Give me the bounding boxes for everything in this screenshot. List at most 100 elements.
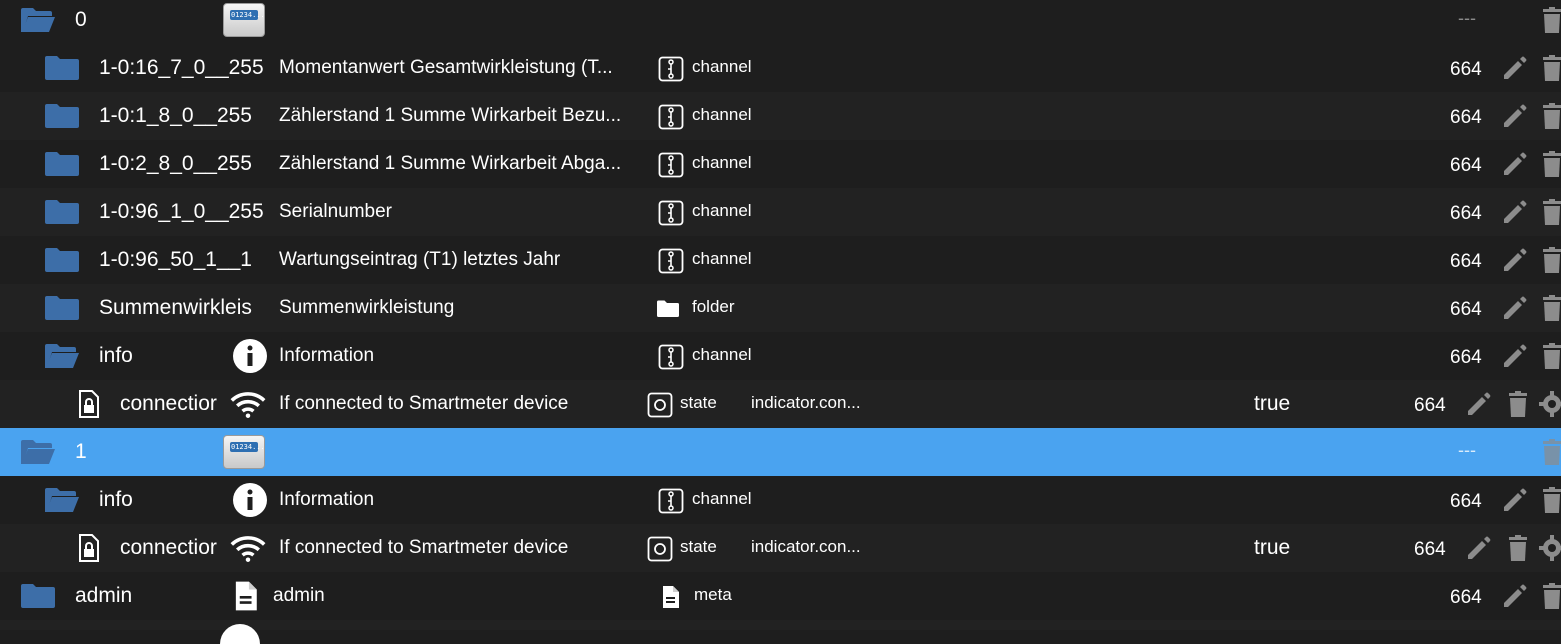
tree-row-8[interactable]: connectior If connected to Smartmeter de…: [0, 380, 1561, 428]
tree-row-12[interactable]: admin admin meta 664: [0, 572, 1561, 620]
object-type: channel: [692, 201, 752, 220]
delete-icon[interactable]: [1503, 533, 1533, 563]
locked-document-icon: [78, 534, 100, 562]
channel-icon: [658, 488, 684, 514]
object-type: meta: [694, 585, 732, 604]
folder-open-icon[interactable]: [44, 488, 80, 512]
acl-value: ---: [1458, 8, 1476, 28]
edit-pencil-icon[interactable]: [1500, 485, 1530, 515]
wifi-icon: [230, 536, 266, 562]
locked-document-icon: [78, 390, 100, 418]
edit-pencil-icon[interactable]: [1464, 389, 1494, 419]
channel-icon: [658, 200, 684, 226]
edit-pencil-icon[interactable]: [1500, 341, 1530, 371]
object-name: If connected to Smartmeter device: [279, 537, 569, 558]
object-name: Information: [279, 345, 375, 366]
delete-icon[interactable]: [1537, 485, 1561, 515]
object-type: state: [680, 393, 717, 412]
object-name: Momentanwert Gesamtwirkleistung (T...: [279, 57, 613, 78]
delete-icon[interactable]: [1537, 437, 1561, 467]
object-id: connectior: [120, 392, 217, 415]
object-name: If connected to Smartmeter device: [279, 393, 569, 414]
meta-document-icon: [657, 584, 683, 610]
edit-pencil-icon[interactable]: [1500, 101, 1530, 131]
delete-icon[interactable]: [1537, 53, 1561, 83]
channel-icon: [658, 152, 684, 178]
document-icon: [228, 578, 262, 614]
state-value[interactable]: true: [1254, 392, 1290, 416]
object-name: Information: [279, 489, 375, 510]
settings-gear-icon[interactable]: [1537, 389, 1561, 419]
object-id: info: [99, 344, 133, 367]
object-name: Zählerstand 1 Summe Wirkarbeit Abga...: [279, 153, 622, 174]
edit-pencil-icon[interactable]: [1500, 197, 1530, 227]
folder-icon[interactable]: [44, 56, 80, 80]
acl-value: 664: [1450, 251, 1482, 272]
tree-row-9-selected[interactable]: 1 01234... ---: [0, 428, 1561, 476]
folder-open-icon[interactable]: [20, 8, 56, 32]
folder-icon[interactable]: [20, 584, 56, 608]
delete-icon[interactable]: [1537, 149, 1561, 179]
edit-pencil-icon[interactable]: [1500, 245, 1530, 275]
tree-row-13-partial[interactable]: [0, 620, 1561, 644]
object-name: admin: [273, 585, 325, 606]
delete-icon[interactable]: [1537, 5, 1561, 35]
folder-icon[interactable]: [44, 152, 80, 176]
object-id: 1-0:2_8_0__255: [99, 152, 252, 175]
object-id: 1-0:1_8_0__255: [99, 104, 252, 127]
folder-icon[interactable]: [44, 200, 80, 224]
tree-row-3[interactable]: 1-0:2_8_0__255 Zählerstand 1 Summe Wirka…: [0, 140, 1561, 188]
state-value[interactable]: true: [1254, 536, 1290, 560]
object-id: 1-0:96_1_0__255: [99, 200, 264, 223]
folder-type-icon: [655, 296, 681, 322]
object-type: state: [680, 537, 717, 556]
delete-icon[interactable]: [1537, 197, 1561, 227]
object-name: Serialnumber: [279, 201, 392, 222]
state-icon: [647, 536, 673, 562]
object-id: connectior: [120, 536, 217, 559]
tree-row-10[interactable]: info Information channel 664: [0, 476, 1561, 524]
delete-icon[interactable]: [1537, 341, 1561, 371]
delete-icon[interactable]: [1537, 245, 1561, 275]
tree-row-0[interactable]: 0 01234... ---: [0, 0, 1561, 44]
smartmeter-logo-icon: 01234...: [223, 3, 265, 37]
edit-pencil-icon[interactable]: [1500, 149, 1530, 179]
delete-icon[interactable]: [1537, 293, 1561, 323]
channel-icon: [658, 104, 684, 130]
acl-value: 664: [1450, 299, 1482, 320]
tree-row-4[interactable]: 1-0:96_1_0__255 Serialnumber channel 664: [0, 188, 1561, 236]
folder-open-icon[interactable]: [44, 344, 80, 368]
edit-pencil-icon[interactable]: [1500, 53, 1530, 83]
state-icon: [647, 392, 673, 418]
edit-pencil-icon[interactable]: [1500, 293, 1530, 323]
tree-row-2[interactable]: 1-0:1_8_0__255 Zählerstand 1 Summe Wirka…: [0, 92, 1561, 140]
object-type: channel: [692, 57, 752, 76]
object-role: indicator.con...: [751, 537, 861, 556]
edit-pencil-icon[interactable]: [1500, 581, 1530, 611]
acl-value: 664: [1450, 155, 1482, 176]
folder-icon[interactable]: [44, 296, 80, 320]
channel-icon: [658, 56, 684, 82]
acl-value: 664: [1450, 107, 1482, 128]
folder-icon[interactable]: [44, 104, 80, 128]
tree-row-6[interactable]: Summenwirkleis Summenwirkleistung folder…: [0, 284, 1561, 332]
object-id: info: [99, 488, 133, 511]
object-name: Wartungseintrag (T1) letztes Jahr: [279, 249, 561, 270]
tree-row-7[interactable]: info Information channel 664: [0, 332, 1561, 380]
delete-icon[interactable]: [1503, 389, 1533, 419]
tree-row-5[interactable]: 1-0:96_50_1__1 Wartungseintrag (T1) letz…: [0, 236, 1561, 284]
smartmeter-logo-icon: 01234...: [223, 435, 265, 469]
tree-row-11[interactable]: connectior If connected to Smartmeter de…: [0, 524, 1561, 572]
wifi-icon: [230, 392, 266, 418]
object-type: channel: [692, 153, 752, 172]
delete-icon[interactable]: [1537, 581, 1561, 611]
object-type: channel: [692, 105, 752, 124]
object-type: folder: [692, 297, 735, 316]
delete-icon[interactable]: [1537, 101, 1561, 131]
folder-open-icon[interactable]: [20, 440, 56, 464]
smartmeter-logo-text: 01234...: [231, 443, 265, 451]
folder-icon[interactable]: [44, 248, 80, 272]
edit-pencil-icon[interactable]: [1464, 533, 1494, 563]
settings-gear-icon[interactable]: [1537, 533, 1561, 563]
tree-row-1[interactable]: 1-0:16_7_0__255 Momentanwert Gesamtwirkl…: [0, 44, 1561, 92]
